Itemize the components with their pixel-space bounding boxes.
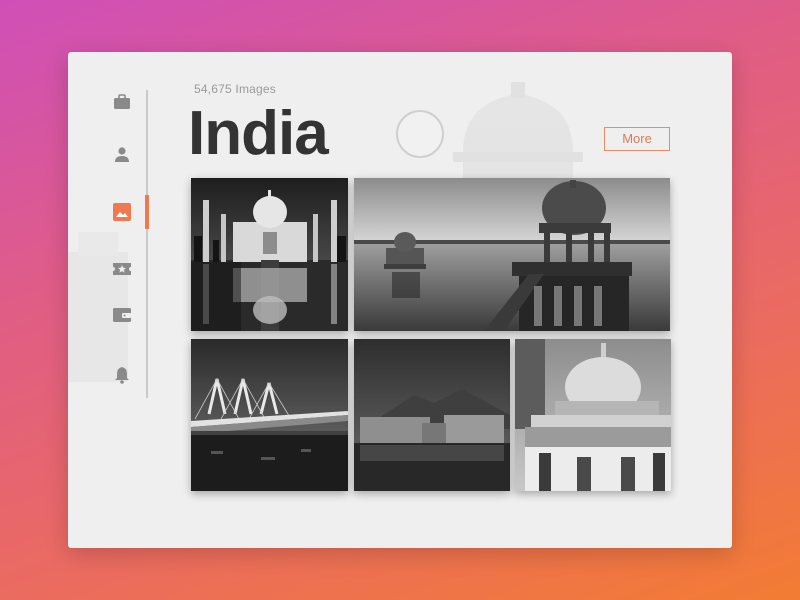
sidebar-active-indicator <box>145 195 149 229</box>
sea-link-bridge-image <box>191 339 348 491</box>
domed-tomb-image <box>515 339 671 491</box>
page-title: India <box>188 99 329 168</box>
sidebar-divider <box>146 90 148 398</box>
photo-palace-lake[interactable] <box>354 339 510 491</box>
image-icon <box>113 203 131 221</box>
wallet-icon <box>113 308 131 322</box>
briefcase-icon <box>114 94 130 109</box>
user-icon <box>115 147 129 162</box>
palace-lake-image <box>354 339 510 491</box>
more-button[interactable]: More <box>604 127 670 151</box>
image-count: 54,675 Images <box>194 82 276 96</box>
sidebar-item-briefcase[interactable] <box>110 90 134 114</box>
photo-lake-pavilion[interactable] <box>354 178 670 331</box>
photo-taj-mahal[interactable] <box>191 178 348 331</box>
sidebar-item-images[interactable] <box>110 200 134 224</box>
sidebar-item-wallet[interactable] <box>110 303 134 327</box>
sidebar-item-tickets[interactable] <box>110 257 134 281</box>
gallery-card: 54,675 Images India More <box>68 52 732 548</box>
sidebar-item-notifications[interactable] <box>110 363 134 387</box>
circle-toggle-button[interactable] <box>396 110 444 158</box>
taj-mahal-image <box>191 178 348 331</box>
ticket-star-icon <box>113 263 131 275</box>
photo-sea-link-bridge[interactable] <box>191 339 348 491</box>
sidebar-item-profile[interactable] <box>110 143 134 167</box>
bell-icon <box>115 367 129 384</box>
lake-pavilion-image <box>354 178 670 331</box>
photo-domed-tomb[interactable] <box>515 339 671 491</box>
